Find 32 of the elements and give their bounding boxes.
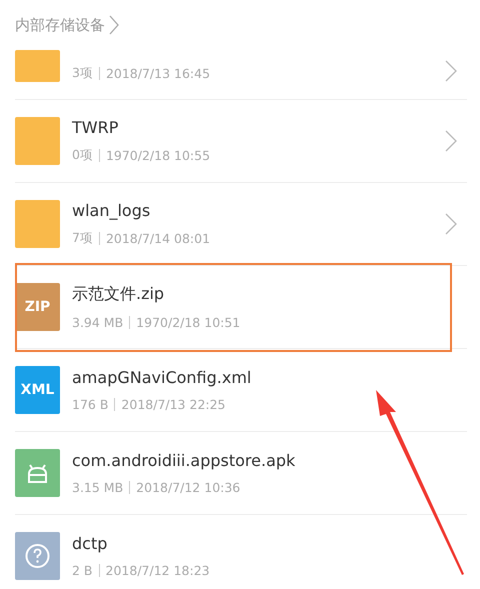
chevron-right-icon <box>109 15 119 35</box>
file-name: TWRP <box>72 118 120 137</box>
file-size: 2 B <box>72 563 93 578</box>
file-size: 176 B <box>72 397 108 412</box>
breadcrumb-label[interactable]: 内部存储设备 <box>15 16 105 34</box>
chevron-right-icon <box>445 60 457 82</box>
zip-file-icon: ZIP <box>15 283 60 331</box>
file-size: 0项 <box>72 147 93 164</box>
file-name: dctp <box>72 534 108 553</box>
xml-file-icon: XML <box>15 366 60 414</box>
file-date: 2018/7/14 08:01 <box>106 231 210 246</box>
file-name: amapGNaviConfig.xml <box>72 368 252 387</box>
android-file-icon <box>15 449 60 497</box>
file-date: 1970/2/18 10:55 <box>106 148 210 163</box>
folder-icon <box>15 50 60 82</box>
file-date: 2018/7/12 10:36 <box>136 480 240 495</box>
file-name: wlan_logs <box>72 201 152 220</box>
question-file-icon <box>15 532 60 580</box>
file-size: 3.15 MB <box>72 480 124 495</box>
chevron-right-icon <box>445 130 457 152</box>
file-date: 2018/7/13 22:25 <box>121 397 226 412</box>
file-date: 2018/7/12 18:23 <box>106 563 210 578</box>
file-name: com.androidiii.appstore.apk <box>72 451 296 470</box>
folder-icon <box>15 200 60 248</box>
file-size: 3项 <box>72 65 93 82</box>
file-size: 7项 <box>72 230 93 247</box>
file-date: 2018/7/13 16:45 <box>106 66 210 81</box>
file-size: 3.94 MB <box>72 315 124 330</box>
folder-icon <box>15 117 60 165</box>
file-date: 1970/2/18 10:51 <box>136 315 240 330</box>
file-name: 示范文件.zip <box>72 284 166 305</box>
chevron-right-icon <box>445 213 457 235</box>
